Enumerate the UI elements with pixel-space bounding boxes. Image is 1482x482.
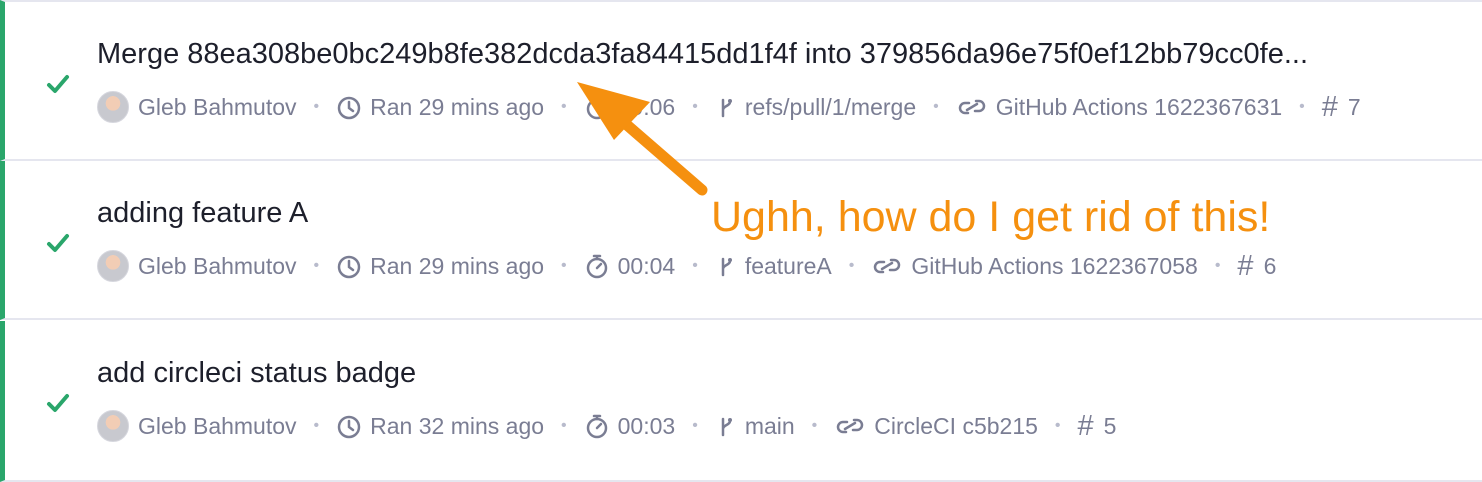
run-number: # 6	[1237, 249, 1277, 282]
branch-text: main	[744, 412, 795, 439]
run-meta: Gleb Bahmutov • Ran 32 mins ago • 00:03 …	[97, 409, 1116, 443]
meta-separator: •	[313, 98, 320, 115]
author-name: Gleb Bahmutov	[138, 412, 297, 439]
run-number: # 7	[1321, 90, 1361, 123]
meta-separator: •	[313, 257, 320, 274]
clock-icon	[337, 255, 361, 279]
avatar	[97, 410, 129, 442]
run-meta: Gleb Bahmutov • Ran 29 mins ago • 00:04 …	[97, 249, 1276, 283]
avatar	[97, 91, 129, 123]
run-title[interactable]: add circleci status badge	[97, 357, 416, 390]
ci-text: GitHub Actions 1622367058	[911, 252, 1198, 279]
meta-separator: •	[933, 98, 939, 115]
run-title[interactable]: adding feature A	[97, 197, 308, 230]
run-duration: 00:04	[584, 252, 676, 280]
run-time: Ran 32 mins ago	[336, 413, 544, 440]
meta-separator: •	[561, 98, 567, 115]
check-icon	[47, 75, 69, 93]
branch-icon	[721, 98, 732, 118]
meta-separator: •	[1054, 417, 1061, 434]
ran-text: Ran 29 mins ago	[370, 252, 545, 279]
branch-icon	[721, 257, 732, 277]
hash-icon: #	[1077, 409, 1094, 442]
meta-separator: •	[1299, 98, 1305, 115]
branch-text: refs/pull/1/merge	[744, 93, 917, 120]
run-duration: 00:06	[584, 93, 676, 121]
meta-separator: •	[561, 257, 567, 274]
run-time: Ran 29 mins ago	[336, 253, 544, 280]
meta-separator: •	[692, 98, 698, 115]
run-ci: CircleCI c5b215	[834, 413, 1038, 440]
number-text: 5	[1103, 412, 1117, 439]
hash-icon: #	[1321, 90, 1338, 123]
run-branch: refs/pull/1/merge	[715, 94, 916, 121]
run-author: Gleb Bahmutov	[97, 91, 297, 123]
link-icon	[837, 418, 864, 434]
meta-separator: •	[692, 257, 698, 274]
run-branch: main	[715, 413, 795, 440]
run-row[interactable]: Merge 88ea308be0bc249b8fe382dcda3fa84415…	[0, 0, 1482, 161]
run-number: # 5	[1077, 409, 1117, 442]
duration-text: 00:03	[617, 412, 676, 439]
meta-separator: •	[692, 417, 698, 434]
meta-separator: •	[561, 417, 567, 434]
clock-icon	[337, 96, 361, 120]
check-icon	[47, 234, 69, 252]
ci-text: CircleCI c5b215	[874, 412, 1038, 439]
clock-icon	[337, 415, 361, 439]
meta-separator: •	[1214, 257, 1221, 274]
run-ci: GitHub Actions 1622367631	[956, 94, 1282, 121]
check-icon	[47, 394, 69, 412]
branch-icon	[721, 417, 732, 437]
ran-text: Ran 32 mins ago	[370, 412, 545, 439]
number-text: 7	[1347, 93, 1361, 120]
run-ci: GitHub Actions 1622367058	[871, 252, 1198, 280]
author-name: Gleb Bahmutov	[138, 252, 297, 279]
run-time: Ran 29 mins ago	[336, 94, 544, 121]
ran-text: Ran 29 mins ago	[370, 93, 545, 120]
stopwatch-icon	[586, 414, 607, 439]
run-duration: 00:03	[584, 412, 676, 440]
run-row[interactable]: add circleci status badge Gleb Bahmutov …	[0, 321, 1482, 482]
ci-text: GitHub Actions 1622367631	[995, 93, 1283, 120]
duration-text: 00:04	[617, 252, 676, 279]
stopwatch-icon	[586, 254, 607, 279]
duration-text: 00:06	[617, 93, 676, 120]
annotation-text: Ughh, how do I get rid of this!	[711, 193, 1271, 241]
run-author: Gleb Bahmutov	[97, 410, 297, 442]
hash-icon: #	[1237, 249, 1254, 282]
run-branch: featureA	[715, 253, 832, 280]
meta-separator: •	[811, 417, 818, 434]
stopwatch-icon	[586, 95, 607, 120]
branch-text: featureA	[744, 252, 832, 279]
avatar	[97, 250, 129, 282]
run-title[interactable]: Merge 88ea308be0bc249b8fe382dcda3fa84415…	[97, 38, 1308, 71]
meta-separator: •	[848, 257, 855, 274]
link-icon	[874, 258, 901, 274]
run-author: Gleb Bahmutov	[97, 250, 297, 282]
link-icon	[958, 99, 985, 115]
meta-separator: •	[313, 417, 320, 434]
run-meta: Gleb Bahmutov • Ran 29 mins ago • 00:06 …	[97, 90, 1361, 124]
author-name: Gleb Bahmutov	[138, 93, 297, 120]
number-text: 6	[1263, 252, 1277, 279]
